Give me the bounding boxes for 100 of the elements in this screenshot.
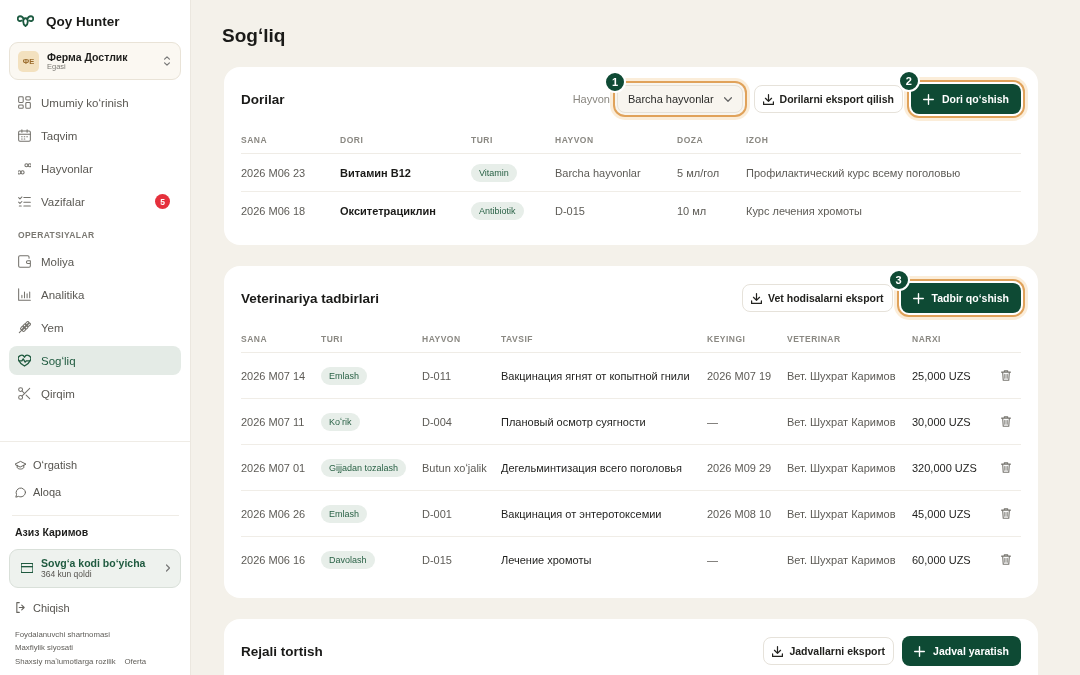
section-label: OPERATSIYALAR (17, 229, 96, 242)
farm-name: Ферма Достлик (47, 50, 129, 63)
trash-icon (1001, 508, 1011, 519)
logout-button[interactable]: Chiqish (15, 597, 181, 618)
nav-item[interactable]: Hayvonlar (9, 154, 181, 183)
export-button[interactable]: Vet hodisalarni eksport (742, 284, 893, 312)
brand-name: Qoy Hunter (46, 13, 120, 29)
table-cell: 2026 M07 19 (707, 352, 787, 399)
table-cell: Вет. Шухрат Каримов (787, 490, 912, 537)
chat-bubble-icon (15, 486, 26, 498)
nav-item[interactable]: Umumiy koʻrinish (9, 88, 181, 117)
grid-icon (18, 96, 31, 109)
sidebar-link[interactable]: Aloqa (15, 478, 181, 506)
scissors-icon (18, 387, 31, 400)
table-cell: Профилактический курс всему поголовью (746, 153, 1021, 192)
sidebar-link[interactable]: Oʻrgatish (15, 451, 181, 479)
table-cell: Вет. Шухрат Каримов (787, 352, 912, 399)
credit-card-icon (21, 563, 33, 573)
type-tag: Gijjadan tozalash (321, 458, 407, 477)
nav-item[interactable]: Taqvim (9, 121, 181, 150)
delete-button[interactable] (999, 460, 1013, 475)
table-cell: Вет. Шухрат Каримов (787, 536, 912, 582)
gift-code-days: 364 kun qoldi (41, 569, 158, 580)
table-cell: 320,000 UZS (912, 444, 997, 491)
type-tag: Koʻrik (321, 412, 360, 431)
logout-icon (15, 602, 26, 613)
plus-icon (914, 645, 926, 657)
export-button[interactable]: Dorilarni eksport qilish (753, 85, 903, 113)
table-cell: Вет. Шухрат Каримов (787, 398, 912, 445)
delete-button[interactable] (999, 414, 1013, 429)
download-icon (751, 292, 763, 304)
nav-item[interactable]: Yem (9, 313, 181, 342)
chevron-down-icon (723, 96, 732, 102)
table-cell: Butun xoʻjalik (422, 444, 501, 491)
column-header: IZOH (746, 127, 1021, 154)
circles-icon (18, 162, 31, 175)
column-header: DOZA (677, 127, 746, 154)
table-cell: 2026 M07 01 (241, 444, 321, 491)
column-header: DORI (340, 127, 471, 154)
table-cell: D-015 (555, 191, 677, 229)
nav-item[interactable]: Moliya (9, 247, 181, 276)
gift-code-card[interactable]: Sovgʻa kodi boʻyicha 364 kun qoldi (9, 548, 181, 588)
nav-item[interactable]: Vazifalar 5 (9, 187, 181, 216)
nav-item[interactable]: Analitika (9, 280, 181, 309)
table-cell: Вакцинация ягнят от копытной гнили (501, 352, 707, 399)
card-title: Rejali tortish (241, 643, 324, 659)
nav-item[interactable]: Qirqim (9, 379, 181, 408)
table-cell: Плановый осмотр суягности (501, 398, 707, 445)
chevron-right-icon (166, 564, 170, 572)
export-button[interactable]: Jadvallarni eksport (763, 637, 895, 665)
add-button[interactable]: Jadval yaratish (902, 636, 1021, 666)
table-cell: 2026 M06 23 (241, 153, 340, 192)
table-cell: D-001 (422, 490, 501, 537)
bar-chart-icon (18, 288, 31, 301)
column-header: TURI (321, 326, 422, 353)
delete-button[interactable] (999, 368, 1013, 383)
task-count: 5 (155, 194, 170, 209)
column-header: KEYINGI (707, 326, 787, 353)
type-tag: Davolash (321, 550, 375, 569)
type-tag: Vitamin (471, 163, 517, 182)
plus-icon (912, 292, 924, 304)
table-cell: D-011 (422, 352, 501, 399)
plus-icon (922, 93, 934, 105)
table-cell: 2026 M08 10 (707, 490, 787, 537)
table-cell: D-004 (422, 398, 501, 445)
wheat-icon (18, 321, 31, 334)
gift-code-title: Sovgʻa kodi boʻyicha (41, 556, 147, 570)
table-cell: — (707, 536, 787, 582)
table-cell: — (707, 398, 787, 445)
table-cell: 10 мл (677, 191, 746, 229)
checklist-icon (18, 195, 31, 208)
user-name: Азиз Каримов (15, 525, 90, 539)
type-tag: Emlash (321, 366, 367, 385)
table-cell: 30,000 UZS (912, 398, 997, 445)
card-title: Dorilar (241, 91, 286, 107)
callout-number: 1 (603, 71, 626, 93)
download-icon (762, 93, 774, 105)
table-cell: Курс лечения хромоты (746, 191, 1021, 229)
column-header: HAYVON (422, 326, 501, 353)
callout-number: 2 (897, 70, 920, 92)
download-icon (772, 645, 784, 657)
column-header: TAVSIF (501, 326, 707, 353)
delete-button[interactable] (999, 552, 1013, 567)
column-header: SANA (241, 127, 340, 154)
table-cell: Вет. Шухрат Каримов (787, 444, 912, 491)
table-cell: Окситетрациклин (340, 191, 471, 229)
delete-button[interactable] (999, 506, 1013, 521)
trash-icon (1001, 416, 1011, 427)
table-cell: 2026 M06 26 (241, 490, 321, 537)
column-header: VETERINAR (787, 326, 912, 353)
type-tag: Antibiotik (471, 201, 524, 220)
column-header: SANA (241, 326, 321, 353)
table-cell: 25,000 UZS (912, 352, 997, 399)
nav-item[interactable]: Sogʻliq (9, 346, 181, 375)
table-cell: 2026 M09 29 (707, 444, 787, 491)
page-title: Sogʻliq (222, 24, 287, 48)
type-tag: Emlash (321, 504, 367, 523)
table-cell: D-015 (422, 536, 501, 582)
trash-icon (1001, 554, 1011, 565)
table-cell: 5 мл/гол (677, 153, 746, 192)
